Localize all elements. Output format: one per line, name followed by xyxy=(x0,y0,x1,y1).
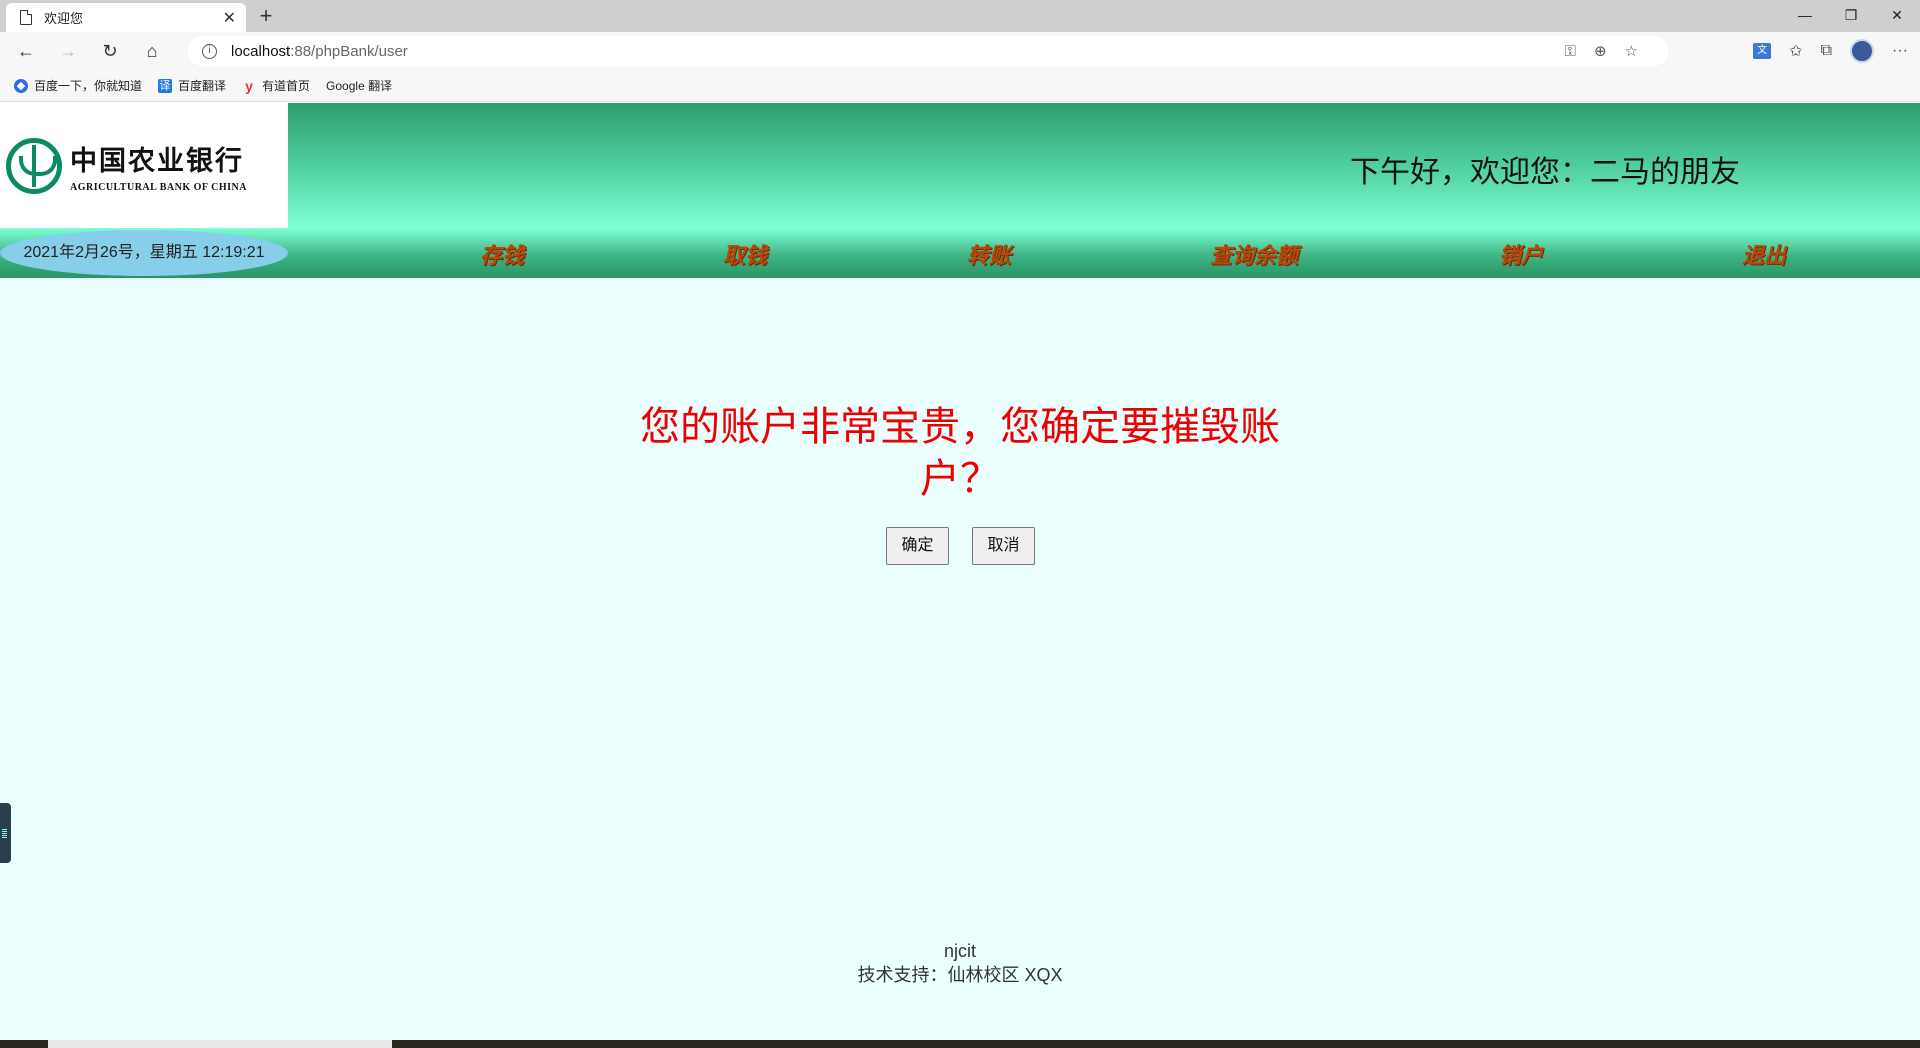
home-button[interactable]: ⌂ xyxy=(136,35,168,67)
menu-close-account[interactable]: 销户 xyxy=(1499,238,1543,270)
fanyi-icon: 译 xyxy=(158,78,173,93)
bookmark-baidu-fanyi[interactable]: 译 百度翻译 xyxy=(158,77,226,94)
close-window-button[interactable]: ✕ xyxy=(1874,0,1920,32)
page-content: 中国农业银行 AGRICULTURAL BANK OF CHINA 下午好，欢迎… xyxy=(0,103,1920,1040)
baidu-icon: ◆ xyxy=(14,78,28,93)
greeting-text: 下午好，欢迎您：二马的朋友 xyxy=(1350,156,1740,189)
menu-withdraw[interactable]: 取钱 xyxy=(723,238,767,270)
youdao-icon: y xyxy=(245,77,253,94)
menu-logout[interactable]: 退出 xyxy=(1742,238,1786,270)
tab-title: 欢迎您 xyxy=(44,11,84,26)
address-bar-icons: ⚿ ⊕ ☆ xyxy=(1565,36,1638,66)
tab-bar: 欢迎您 ✕ + — ❐ ✕ xyxy=(0,0,1920,32)
bookmark-baidu[interactable]: ◆ 百度一下，你就知道 xyxy=(14,77,142,94)
footer-org: njcit xyxy=(943,941,976,961)
profile-avatar[interactable] xyxy=(1850,39,1875,63)
restore-button[interactable]: ❐ xyxy=(1828,0,1874,32)
bookmark-label: Google 翻译 xyxy=(326,79,393,93)
new-tab-button[interactable]: + xyxy=(252,3,280,31)
forward-button[interactable]: → xyxy=(52,35,84,67)
url-path: :88/phpBank/user xyxy=(290,42,408,60)
info-icon[interactable]: i xyxy=(202,43,217,59)
cancel-button[interactable]: 取消 xyxy=(972,527,1035,565)
bookmark-label: 百度一下，你就知道 xyxy=(34,79,143,93)
bookmark-youdao[interactable]: y 有道首页 xyxy=(242,77,310,94)
abc-emblem-icon xyxy=(6,137,62,194)
page-icon xyxy=(20,10,32,25)
logo-english-name: AGRICULTURAL BANK OF CHINA xyxy=(70,181,248,193)
reload-button[interactable]: ↻ xyxy=(94,35,126,67)
taskbar-edge xyxy=(0,1040,1920,1048)
menu-balance[interactable]: 查询余额 xyxy=(1210,238,1298,270)
minimize-button[interactable]: — xyxy=(1782,0,1828,32)
bank-header: 中国农业银行 AGRICULTURAL BANK OF CHINA 下午好，欢迎… xyxy=(0,103,1920,228)
zoom-icon[interactable]: ⊕ xyxy=(1594,42,1607,60)
more-icon[interactable]: ··· xyxy=(1892,42,1908,60)
bookmark-google-translate[interactable]: Google 翻译 xyxy=(0,77,393,187)
menu-deposit[interactable]: 存钱 xyxy=(480,238,524,270)
navigation-bar: ← → ↻ ⌂ i localhost:88/phpBank/user ⚿ ⊕ … xyxy=(0,32,1920,70)
bookmarks-bar: ◆ 百度一下，你就知道 译 百度翻译 y 有道首页 Google 翻译 xyxy=(0,70,1920,187)
main-menu: 2021年2月26号，星期五 12:19:21 存钱 取钱 转账 查询余额 销户… xyxy=(0,228,1920,278)
tab-close-icon[interactable]: ✕ xyxy=(223,8,236,28)
collections-icon[interactable]: ⧉ xyxy=(1821,42,1832,60)
favorites-icon[interactable]: ✩ xyxy=(1789,41,1802,61)
confirm-message: 您的账户非常宝贵，您确定要摧毁账户？ xyxy=(640,405,1280,501)
add-favorite-icon[interactable]: ☆ xyxy=(1625,42,1638,60)
bank-logo: 中国农业银行 AGRICULTURAL BANK OF CHINA xyxy=(0,103,288,228)
url-host: localhost xyxy=(231,42,291,60)
datetime-display: 2021年2月26号，星期五 12:19:21 xyxy=(0,230,288,276)
menu-transfer[interactable]: 转账 xyxy=(967,238,1011,270)
toolbar-icons: 文 ✩ ⧉ ··· xyxy=(1753,32,1908,70)
footer-support: 技术支持：仙林校区 XQX xyxy=(857,965,1063,985)
bookmark-label: 有道首页 xyxy=(262,79,311,93)
side-drag-handle[interactable] xyxy=(0,803,11,863)
browser-tab[interactable]: 欢迎您 ✕ xyxy=(6,3,246,32)
address-bar[interactable]: i localhost:88/phpBank/user ⚿ ⊕ ☆ xyxy=(188,36,1668,66)
footer: njcit 技术支持：仙林校区 XQX xyxy=(760,939,1160,987)
translate-icon[interactable]: 文 xyxy=(1753,43,1772,59)
back-button[interactable]: ← xyxy=(10,35,42,67)
confirm-button[interactable]: 确定 xyxy=(886,527,949,565)
window-controls: — ❐ ✕ xyxy=(1782,0,1920,32)
key-icon[interactable]: ⚿ xyxy=(1565,43,1576,60)
logo-chinese-name: 中国农业银行 xyxy=(70,145,244,177)
bookmark-label: 百度翻译 xyxy=(178,79,227,93)
